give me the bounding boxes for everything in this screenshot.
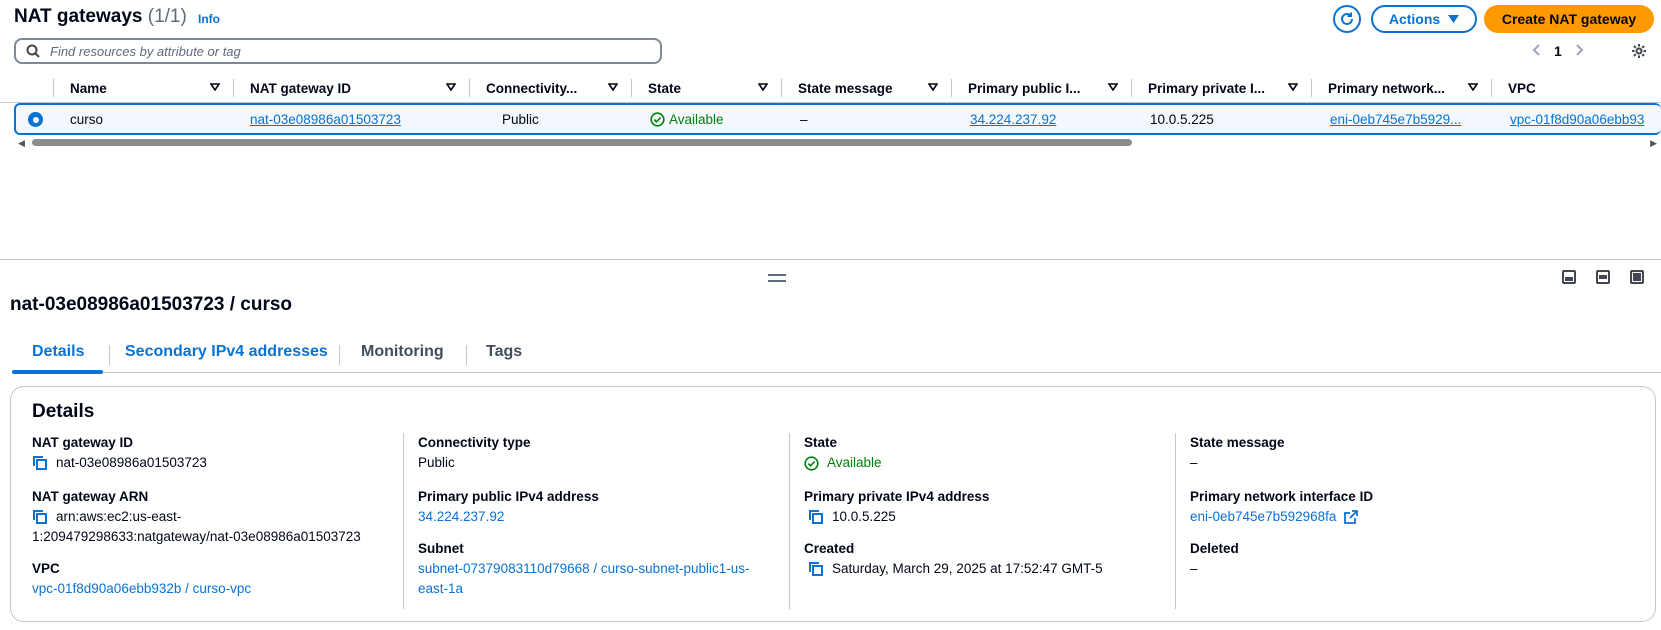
split-view-toggles <box>1562 270 1644 284</box>
sort-icon <box>928 83 938 91</box>
select-column-header <box>14 73 54 103</box>
check-circle-icon <box>804 456 819 471</box>
panel-view-icon[interactable] <box>1562 270 1576 284</box>
cell-vpc-wrap: vpc-01f8d90a06ebb93 <box>1510 105 1661 133</box>
table-header: Name NAT gateway ID Connectivity... Stat… <box>0 73 1661 103</box>
sort-icon <box>210 83 220 91</box>
cell-name: curso <box>70 111 104 127</box>
cell-state: Available <box>650 105 790 133</box>
cell-connectivity: Public <box>502 111 539 127</box>
chevron-left-icon[interactable] <box>1532 43 1540 59</box>
gear-icon <box>1632 44 1646 58</box>
active-tab-indicator <box>12 370 103 374</box>
column-header-private-ip[interactable]: Primary private I... <box>1132 73 1312 103</box>
column-header-nat-id[interactable]: NAT gateway ID <box>234 73 470 103</box>
cell-private-ip: 10.0.5.225 <box>1150 111 1214 127</box>
nat-gateways-header: NAT gateways (1/1) Info Actions Create N… <box>0 0 1661 36</box>
sort-icon <box>446 83 456 91</box>
cell-network-interface-wrap: eni-0eb745e7b5929... <box>1330 105 1490 133</box>
tab-secondary-ipv4[interactable]: Secondary IPv4 addresses <box>125 343 328 361</box>
field-arn: NAT gateway ARN arn:aws:ec2:us-east- 1:2… <box>32 489 361 544</box>
copy-icon[interactable] <box>32 455 48 471</box>
copy-icon[interactable] <box>808 509 824 525</box>
cell-public-ip-wrap: 34.224.237.92 <box>970 105 1140 133</box>
page-number[interactable]: 1 <box>1554 43 1562 59</box>
field-private-ip: Primary private IPv4 address 10.0.5.225 <box>804 489 990 525</box>
search-input[interactable] <box>48 42 638 60</box>
column-header-state[interactable]: State <box>632 73 782 103</box>
drag-handle-icon[interactable] <box>768 274 786 282</box>
sort-icon <box>1108 83 1118 91</box>
selection-count: (1/1) <box>147 6 187 27</box>
column-header-vpc[interactable]: VPC <box>1492 73 1661 103</box>
field-vpc: VPC vpc-01f8d90a06ebb932b / curso-vpc <box>32 559 412 599</box>
refresh-icon <box>1341 12 1353 25</box>
tab-monitoring[interactable]: Monitoring <box>361 343 444 361</box>
create-nat-gateway-button[interactable]: Create NAT gateway <box>1484 5 1654 33</box>
detail-tabs: Details Secondary IPv4 addresses Monitor… <box>12 335 1661 374</box>
subnet-link-cont[interactable]: east-1a <box>418 579 463 599</box>
search-field[interactable] <box>14 38 662 64</box>
actions-button[interactable]: Actions <box>1371 5 1477 33</box>
copy-icon[interactable] <box>808 561 824 577</box>
eni-detail-link[interactable]: eni-0eb745e7b592968fa <box>1190 507 1336 527</box>
column-header-network-interface[interactable]: Primary network... <box>1312 73 1492 103</box>
field-state-message: State message – <box>1190 435 1285 470</box>
field-deleted: Deleted – <box>1190 541 1239 576</box>
table-preferences-button[interactable] <box>1628 40 1650 62</box>
row-radio-selected[interactable] <box>28 112 43 127</box>
column-header-state-message[interactable]: State message <box>782 73 952 103</box>
field-subnet: Subnet subnet-07379083110d79668 / curso-… <box>418 539 798 599</box>
pagination: 1 <box>1532 40 1584 62</box>
panel-view-icon[interactable] <box>1596 270 1610 284</box>
page-title: NAT gateways (1/1) <box>14 6 187 27</box>
field-nat-id: NAT gateway ID nat-03e08986a01503723 <box>32 435 207 471</box>
panel-view-icon[interactable] <box>1630 270 1644 284</box>
chevron-right-icon[interactable] <box>1576 43 1584 59</box>
scroll-right-icon[interactable]: ▶ <box>1650 138 1657 149</box>
check-circle-icon <box>650 111 665 127</box>
field-connectivity: Connectivity type Public <box>418 435 531 470</box>
split-divider <box>0 259 1661 260</box>
network-interface-link[interactable]: eni-0eb745e7b5929... <box>1330 112 1461 127</box>
nat-gateway-id-link[interactable]: nat-03e08986a01503723 <box>250 112 401 127</box>
sort-icon <box>1288 83 1298 91</box>
column-header-name[interactable]: Name <box>54 73 234 103</box>
tab-tags[interactable]: Tags <box>486 343 522 361</box>
scrollbar-thumb[interactable] <box>32 139 1132 146</box>
detail-title: nat-03e08986a01503723 / curso <box>10 294 293 315</box>
field-eni: Primary network interface ID eni-0eb745e… <box>1190 487 1570 527</box>
horizontal-scrollbar[interactable]: ◀ ▶ <box>14 137 1661 149</box>
vpc-detail-link[interactable]: vpc-01f8d90a06ebb932b / curso-vpc <box>32 579 251 599</box>
cell-nat-id-wrap: nat-03e08986a01503723 <box>250 105 472 133</box>
subnet-link[interactable]: subnet-07379083110d79668 / curso-subnet-… <box>418 559 749 579</box>
details-card-title: Details <box>32 401 95 422</box>
copy-icon[interactable] <box>32 509 48 525</box>
public-ip-link[interactable]: 34.224.237.92 <box>970 112 1056 127</box>
refresh-button[interactable] <box>1333 5 1361 33</box>
sort-icon <box>1468 83 1478 91</box>
column-header-connectivity[interactable]: Connectivity... <box>470 73 632 103</box>
details-card: Details NAT gateway ID nat-03e08986a0150… <box>10 386 1656 622</box>
field-public-ip: Primary public IPv4 address 34.224.237.9… <box>418 487 798 527</box>
external-link-icon[interactable] <box>1344 510 1359 524</box>
sort-icon <box>758 83 768 91</box>
cell-state-message: – <box>800 111 808 127</box>
scroll-left-icon[interactable]: ◀ <box>18 138 25 149</box>
public-ip-detail-link[interactable]: 34.224.237.92 <box>418 507 504 527</box>
search-icon <box>26 44 40 58</box>
tab-details[interactable]: Details <box>32 343 84 361</box>
caret-down-icon <box>1448 15 1460 23</box>
column-header-public-ip[interactable]: Primary public I... <box>952 73 1132 103</box>
field-created: Created Saturday, March 29, 2025 at 17:5… <box>804 541 1103 577</box>
info-link[interactable]: Info <box>198 12 220 26</box>
vpc-link[interactable]: vpc-01f8d90a06ebb93 <box>1510 112 1644 127</box>
sort-icon <box>608 83 618 91</box>
table-row[interactable]: curso nat-03e08986a01503723 Public Avail… <box>14 103 1661 135</box>
field-state: State Available <box>804 435 882 471</box>
